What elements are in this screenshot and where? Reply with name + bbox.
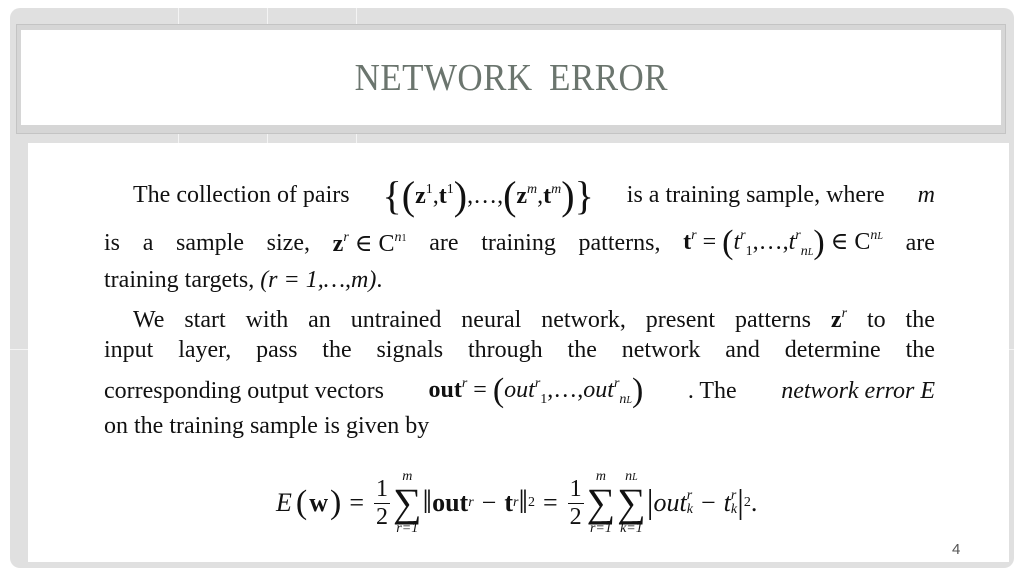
formula-t: t (504, 488, 513, 517)
word: to (866, 307, 886, 333)
formula-sum-r: m ∑ r=1 (586, 469, 616, 536)
word: training (481, 229, 556, 256)
network-error-formula: E (w) = 12 m ∑ r=1 ‖ out r − tr ‖ 2 = 12 m ∑ r… (276, 469, 758, 536)
math-z-in-C: zr ∈ Cn1 (332, 229, 407, 257)
text: is a training sample, where (626, 182, 885, 208)
formula-out-k: out (653, 488, 687, 517)
abs-right: | (737, 484, 744, 521)
word: We (133, 307, 165, 333)
text: The collection of pairs (133, 182, 350, 208)
word: patterns (735, 307, 811, 333)
formula-half: 12 (374, 476, 390, 530)
word: present (645, 307, 716, 333)
formula-out: out (432, 488, 469, 517)
word: and (725, 337, 760, 363)
word: is (104, 229, 121, 256)
math-t-vector: tr = (tr1,…,trnL) ∈ CnL (683, 224, 883, 261)
word: input (104, 337, 154, 363)
word: patterns, (578, 229, 661, 256)
paragraph-1-line-1: The collection of pairs {(z1,t1),…,(zm,t… (133, 172, 935, 219)
math-r-range: (r = 1,…,m) (260, 267, 377, 293)
math-z-r: zr (830, 306, 848, 334)
word: the (322, 337, 352, 363)
word: are (429, 229, 459, 256)
paragraph-1-line-3: training targets, (r = 1,…,m). (104, 267, 382, 294)
title-box: NETWORK ERROR (21, 30, 1001, 125)
word: untrained (350, 307, 442, 333)
word: pass (256, 337, 298, 363)
word: the (905, 307, 935, 333)
word: neural (461, 307, 522, 333)
text: on the training sample is given by (104, 413, 430, 439)
formula-minus: − (481, 488, 497, 517)
word: size, (266, 229, 310, 256)
paragraph-1-line-2: is a sample size, zr ∈ Cn1 are training … (104, 224, 935, 262)
math-out-vector: outr = (outr1,…,outrnL) (428, 372, 644, 409)
text: corresponding output vectors (104, 377, 384, 404)
word: network (621, 337, 701, 363)
norm-right: ‖ (518, 484, 528, 521)
paragraph-2-line-3: corresponding output vectors outr = (out… (104, 372, 935, 410)
frame-divider (10, 349, 28, 350)
paragraph-2-line-2: input layer, pass the signals through th… (104, 337, 935, 364)
formula-sum-k: nL ∑ k=1 (617, 469, 646, 536)
formula-t-k: t (723, 488, 731, 517)
formula-E: E (276, 488, 292, 517)
abs-left: | (646, 484, 654, 521)
word: with (245, 307, 289, 333)
paragraph-2-line-4: on the training sample is given by (104, 413, 429, 440)
formula-minus: − (700, 488, 716, 517)
norm-left: ‖ (422, 484, 433, 521)
page-number: 4 (952, 541, 961, 558)
word: start (184, 307, 226, 333)
word: a (142, 229, 154, 256)
word: an (308, 307, 331, 333)
math-training-set: {(z1,t1),…,(zm,tm)} (382, 173, 594, 218)
word: the (905, 337, 935, 363)
math-m: m (917, 182, 935, 208)
word: are (905, 229, 935, 256)
formula-sum-r: m ∑ r=1 (393, 469, 422, 536)
word: layer, (178, 337, 232, 363)
text: training targets, (104, 267, 255, 293)
word: the (567, 337, 597, 363)
text: . (376, 267, 383, 293)
text: . The (687, 377, 737, 404)
formula-equals: = (542, 488, 558, 517)
word: signals (376, 337, 444, 363)
text-network-error: network error E (781, 377, 935, 404)
formula-half: 12 (567, 476, 584, 530)
word: sample (176, 229, 244, 256)
word: network, (541, 307, 626, 333)
formula-equals: = (349, 488, 364, 517)
paragraph-2-line-1: We start with an untrained neural networ… (133, 307, 935, 334)
slide-title: NETWORK ERROR (354, 56, 668, 99)
word: through (468, 337, 543, 363)
word: determine (784, 337, 881, 363)
